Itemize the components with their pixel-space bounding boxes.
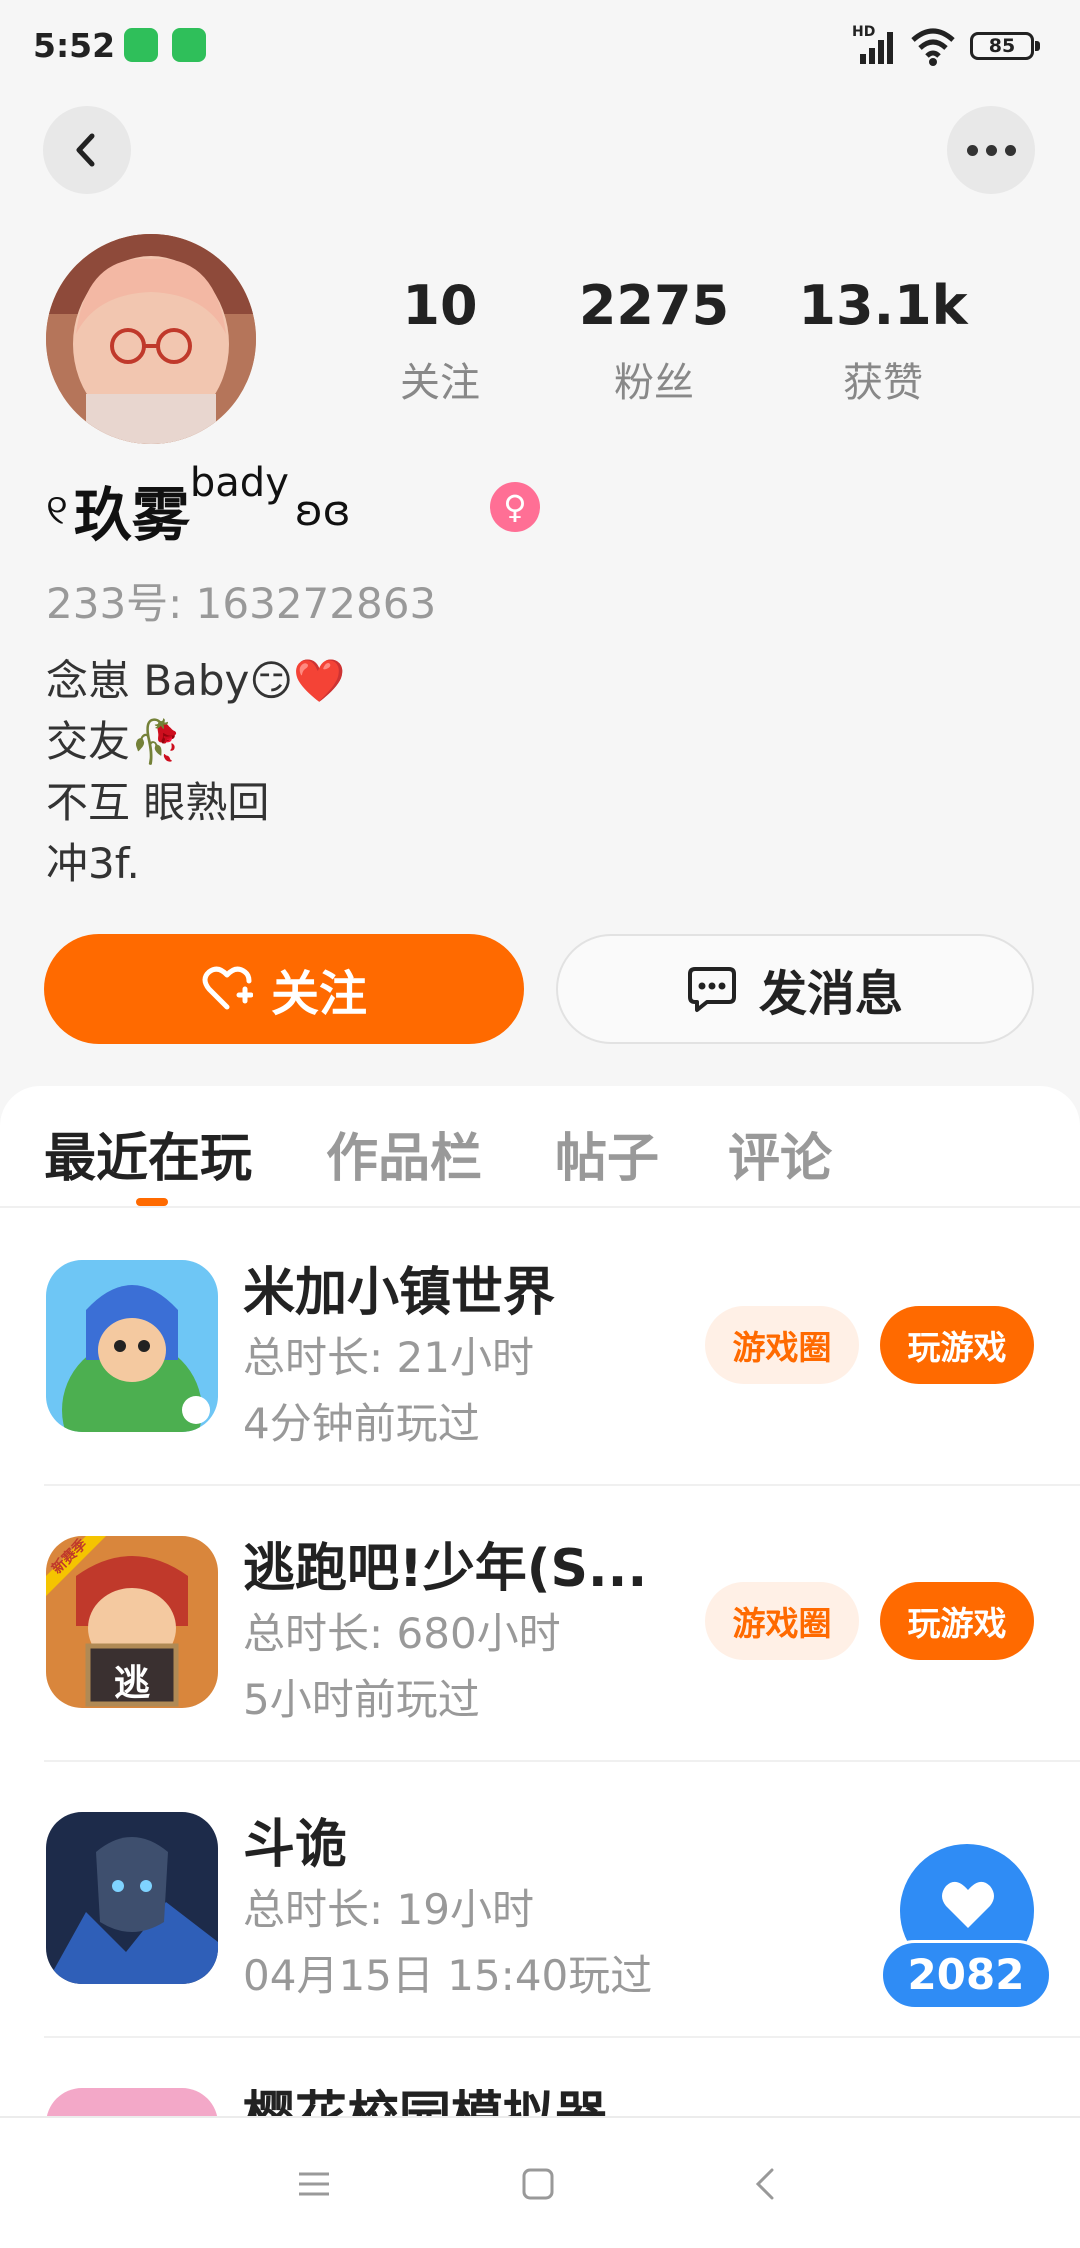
stat-following-label: 关注 xyxy=(400,360,480,406)
list-item[interactable]: 逃 新赛季 逃跑吧!少年(S... 总时长: 680小时 5小时前玩过 游戏圈 … xyxy=(0,1486,1080,1762)
bio: 念崽 Baby😏❤️ 交友🥀 不互 眼熟回 冲3f. xyxy=(46,650,346,894)
game-duration: 总时长: 21小时 xyxy=(243,1333,534,1382)
status-time: 5:52 xyxy=(33,26,116,65)
name-decoration-left: ୧ xyxy=(46,485,68,534)
tab-comments[interactable]: 评论 xyxy=(728,1116,832,1191)
chevron-left-icon xyxy=(76,133,95,167)
tab-posts[interactable]: 帖子 xyxy=(555,1116,659,1191)
more-button[interactable] xyxy=(947,106,1035,194)
wifi-icon xyxy=(911,28,955,66)
stat-fans-label: 粉丝 xyxy=(614,360,694,406)
game-title: 逃跑吧!少年(S... xyxy=(243,1539,648,1599)
heart-plus-icon xyxy=(202,966,253,1010)
back-button[interactable] xyxy=(43,106,131,194)
username-suffix: bady xyxy=(189,460,289,506)
username: 玖雾bady xyxy=(73,460,289,552)
game-icon-image xyxy=(46,1260,218,1432)
username-text: 玖雾 xyxy=(73,481,190,549)
floating-like-button[interactable]: 2082 xyxy=(880,1844,1052,2012)
game-icon-image xyxy=(46,1812,218,1984)
stat-following-count: 10 xyxy=(402,274,478,337)
notification-app-icon xyxy=(124,28,158,62)
tab-indicator xyxy=(136,1198,168,1206)
game-last-played: 5小时前玩过 xyxy=(243,1675,480,1724)
status-bar: 5:52 HD 85 xyxy=(0,0,1080,96)
game-last-played: 04月15日 15:40玩过 xyxy=(243,1951,653,2000)
bio-line: 交友🥀 xyxy=(46,717,183,766)
bio-line: 冲3f. xyxy=(46,839,140,888)
notification-app-icon xyxy=(172,28,206,62)
play-game-button[interactable]: 玩游戏 xyxy=(880,1306,1034,1384)
game-duration: 总时长: 680小时 xyxy=(243,1609,561,1658)
tab-bar: 最近在玩 作品栏 帖子 评论 xyxy=(0,1086,1080,1208)
game-icon[interactable] xyxy=(46,1812,218,1984)
name-decoration-right: ʚɞ xyxy=(294,485,351,535)
like-count: 2082 xyxy=(880,1940,1052,2010)
bio-line: 念崽 Baby😏❤️ xyxy=(46,656,346,705)
bio-line: 不互 眼熟回 xyxy=(46,778,270,827)
game-circle-button[interactable]: 游戏圈 xyxy=(705,1306,859,1384)
message-button[interactable]: 发消息 xyxy=(556,934,1034,1044)
stat-fans[interactable]: 2275 粉丝 xyxy=(554,272,754,408)
game-circle-button[interactable]: 游戏圈 xyxy=(705,1582,859,1660)
tab-recently-played[interactable]: 最近在玩 xyxy=(44,1116,252,1191)
message-button-label: 发消息 xyxy=(758,966,903,1022)
chat-bubble-icon xyxy=(687,967,736,1012)
heart-icon xyxy=(942,1881,994,1928)
battery-icon: 85 xyxy=(970,32,1040,60)
signal-icon xyxy=(860,32,893,64)
stat-following[interactable]: 10 关注 xyxy=(340,272,540,408)
home-icon[interactable] xyxy=(520,2166,556,2202)
game-icon-text: 逃 xyxy=(114,1663,151,1704)
gender-female-icon: ♀ xyxy=(490,482,540,532)
game-icon[interactable]: 逃 新赛季 xyxy=(46,1536,218,1708)
back-nav-icon[interactable] xyxy=(748,2166,784,2202)
list-item[interactable]: 米加小镇世界 总时长: 21小时 4分钟前玩过 游戏圈 玩游戏 xyxy=(0,1210,1080,1486)
content-card: 最近在玩 作品栏 帖子 评论 米加小镇世界 总时长: 21小时 4分钟前玩过 游… xyxy=(0,1086,1080,2248)
menu-icon[interactable] xyxy=(296,2166,332,2202)
tab-works[interactable]: 作品栏 xyxy=(326,1116,482,1191)
play-game-button[interactable]: 玩游戏 xyxy=(880,1582,1034,1660)
avatar[interactable] xyxy=(46,234,256,444)
game-duration: 总时长: 19小时 xyxy=(243,1885,534,1934)
more-icon xyxy=(966,144,1016,156)
game-last-played: 4分钟前玩过 xyxy=(243,1399,480,1448)
follow-button-label: 关注 xyxy=(270,966,367,1022)
stat-likes-count: 13.1k xyxy=(798,274,968,337)
username-row: ୧ 玖雾bady ʚɞ xyxy=(46,460,351,552)
game-icon[interactable] xyxy=(46,1260,218,1432)
system-nav-bar xyxy=(0,2116,1080,2248)
stat-likes[interactable]: 13.1k 获赞 xyxy=(783,272,983,408)
user-id[interactable]: 233号: 163272863 xyxy=(46,570,436,631)
stat-likes-label: 获赞 xyxy=(843,360,923,406)
game-title: 斗诡 xyxy=(243,1815,348,1875)
stat-fans-count: 2275 xyxy=(578,274,730,337)
follow-button[interactable]: 关注 xyxy=(44,934,524,1044)
game-title: 米加小镇世界 xyxy=(243,1263,556,1323)
avatar-image xyxy=(46,234,256,444)
